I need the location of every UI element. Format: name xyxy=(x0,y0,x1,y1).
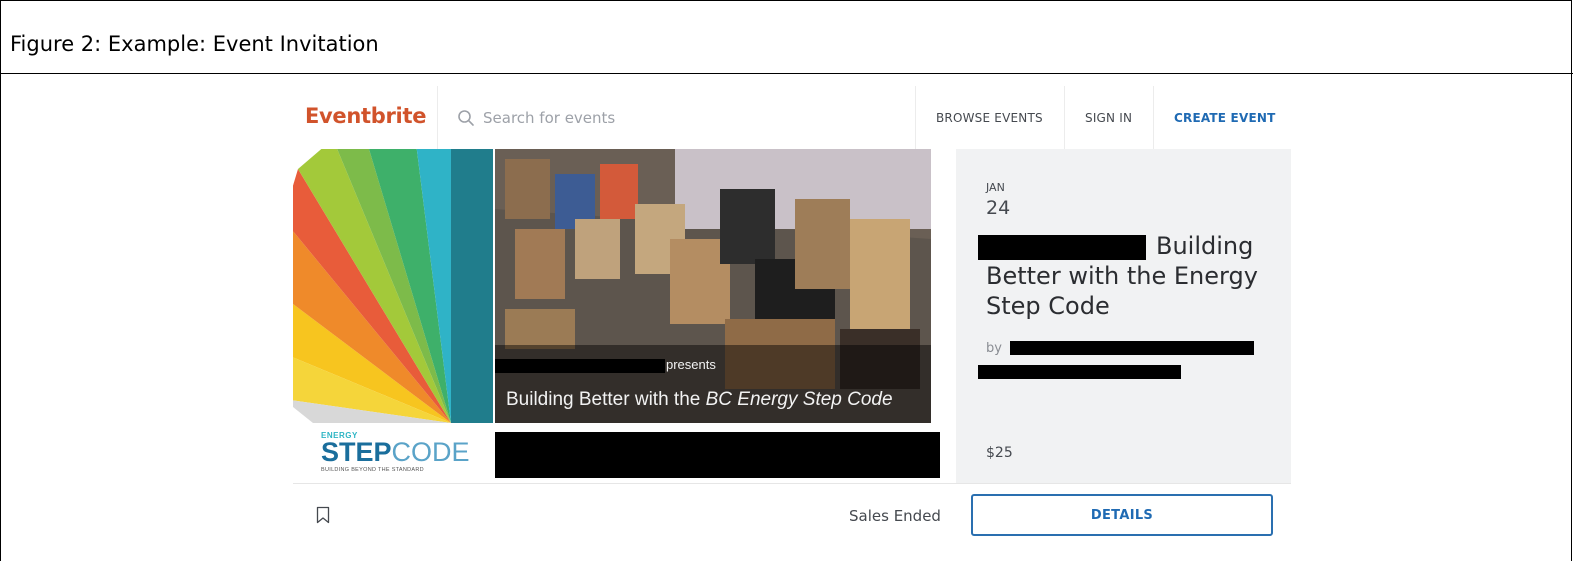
figure-caption: Figure 2: Example: Event Invitation xyxy=(10,32,379,56)
redacted-block xyxy=(495,432,940,478)
event-card: Eventbrite BROWSE EVENTS SIGN IN CREATE … xyxy=(293,86,1291,548)
photo-presents-text: presents xyxy=(666,357,716,372)
event-organizer: by xyxy=(986,341,1002,356)
top-navigation-bar: Eventbrite BROWSE EVENTS SIGN IN CREATE … xyxy=(293,86,1291,150)
sign-in-link[interactable]: SIGN IN xyxy=(1085,111,1132,125)
event-photo: presents Building Better with the BC Ene… xyxy=(495,149,931,423)
bookmark-icon[interactable] xyxy=(316,506,330,524)
photo-title: Building Better with the BC Energy Step … xyxy=(506,389,893,410)
divider xyxy=(437,86,438,149)
logo-stepcode-text: STEPCODE xyxy=(321,437,470,467)
search-input[interactable] xyxy=(483,104,883,132)
browse-events-link[interactable]: BROWSE EVENTS xyxy=(936,111,1043,125)
caption-row: Figure 2: Example: Event Invitation xyxy=(1,1,1573,74)
event-month: JAN xyxy=(986,181,1005,194)
redacted-block xyxy=(1010,341,1254,355)
divider xyxy=(1153,86,1154,149)
redacted-block xyxy=(978,365,1181,379)
divider xyxy=(1064,86,1065,149)
sales-status: Sales Ended xyxy=(849,507,941,525)
search-icon xyxy=(458,110,474,126)
event-price: $25 xyxy=(986,445,1013,461)
step-code-fan-graphic xyxy=(293,149,493,423)
event-title: Building Better with the Energy Step Cod… xyxy=(986,232,1258,320)
logo-tagline: BUILDING BEYOND THE STANDARD xyxy=(321,467,424,473)
event-banner: ENERGY STEPCODE BUILDING BEYOND THE STAN… xyxy=(293,149,956,483)
event-day: 24 xyxy=(986,197,1011,219)
create-event-link[interactable]: CREATE EVENT xyxy=(1174,111,1275,125)
details-button[interactable]: DETAILS xyxy=(971,494,1273,536)
divider xyxy=(915,86,916,149)
energy-step-code-logo: ENERGY STEPCODE BUILDING BEYOND THE STAN… xyxy=(321,431,470,479)
eventbrite-logo[interactable]: Eventbrite xyxy=(305,104,426,128)
card-footer: Sales Ended DETAILS xyxy=(293,483,1291,548)
redacted-block xyxy=(495,359,665,373)
event-info-panel: JAN 24 Building Better with the Energy S… xyxy=(956,149,1291,483)
